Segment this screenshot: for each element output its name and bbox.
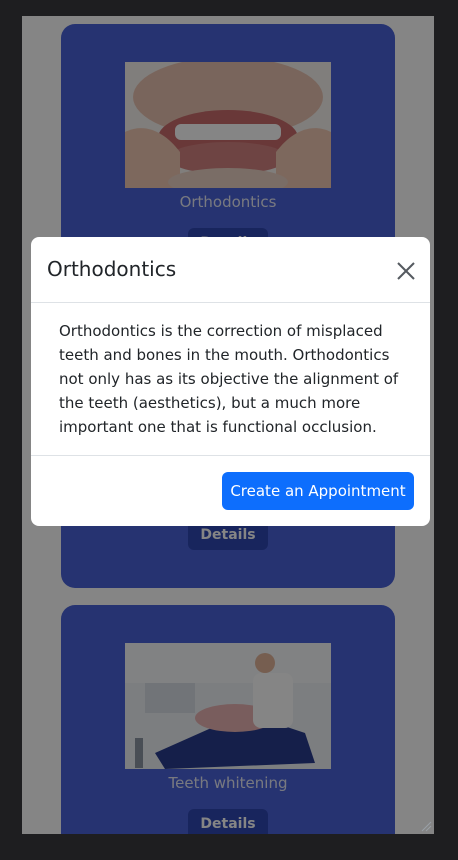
modal-body-text: Orthodontics is the correction of mispla… — [59, 322, 399, 436]
service-details-modal: Orthodontics Orthodontics is the correct… — [31, 237, 430, 526]
resize-grip-icon[interactable] — [420, 820, 432, 832]
close-icon[interactable] — [391, 257, 421, 287]
modal-header: Orthodontics — [31, 237, 430, 303]
modal-title: Orthodontics — [47, 257, 177, 281]
create-appointment-button[interactable]: Create an Appointment — [222, 472, 414, 510]
modal-footer: Create an Appointment — [31, 455, 430, 526]
